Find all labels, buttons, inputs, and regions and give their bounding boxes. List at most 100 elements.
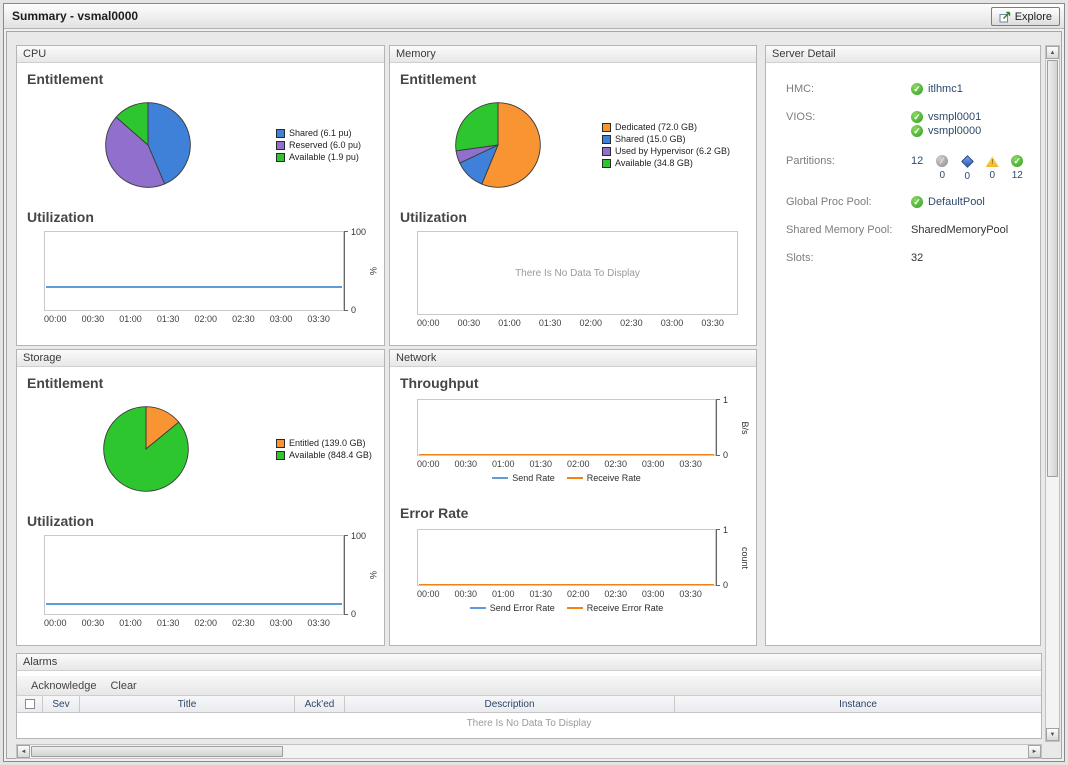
x-axis-tick-label: 01:00 bbox=[119, 314, 142, 324]
column-header-acked[interactable]: Ack'ed bbox=[295, 696, 345, 712]
x-axis-tick-label: 00:00 bbox=[417, 318, 440, 328]
series-line bbox=[46, 603, 342, 605]
x-axis-tick-label: 00:00 bbox=[417, 589, 440, 599]
vertical-scrollbar[interactable] bbox=[1045, 45, 1060, 742]
x-axis: 00:0000:3001:0001:3002:0002:3003:0003:30 bbox=[417, 456, 716, 469]
x-axis-tick-label: 02:00 bbox=[195, 618, 218, 628]
horizontal-scrollbar[interactable] bbox=[16, 744, 1042, 759]
column-header-description[interactable]: Description bbox=[345, 696, 675, 712]
x-axis: 00:0000:3001:0001:3002:0002:3003:0003:30 bbox=[44, 615, 344, 628]
chart-area: There Is No Data To Display00:0000:3001:… bbox=[417, 231, 738, 328]
server-detail-panel-title: Server Detail bbox=[772, 48, 836, 60]
server-detail-panel-header: Server Detail bbox=[766, 46, 1040, 63]
x-axis-tick-label: 00:30 bbox=[82, 314, 105, 324]
slots-row: Slots: 32 bbox=[786, 252, 1030, 264]
x-axis-tick-label: 03:00 bbox=[270, 314, 293, 324]
scrollbar-up-button[interactable] bbox=[1046, 46, 1059, 59]
partitions-fatal-column: 0 bbox=[960, 155, 974, 182]
horizontal-scrollbar-thumb[interactable] bbox=[31, 746, 283, 757]
alarms-table-header: Sev Title Ack'ed Description Instance bbox=[17, 696, 1041, 713]
x-axis-tick-label: 00:00 bbox=[417, 459, 440, 469]
x-axis-tick-label: 02:00 bbox=[580, 318, 603, 328]
acknowledge-button[interactable]: Acknowledge bbox=[31, 680, 96, 692]
shared-memory-pool-row: Shared Memory Pool: SharedMemoryPool bbox=[786, 224, 1030, 236]
column-header-instance[interactable]: Instance bbox=[675, 696, 1041, 712]
partitions-total-link[interactable]: 12 bbox=[911, 155, 923, 167]
column-header-sev[interactable]: Sev bbox=[43, 696, 80, 712]
chart-legend: Send Rate Receive Rate bbox=[417, 473, 716, 483]
explore-button[interactable]: Explore bbox=[991, 7, 1060, 26]
legend-item: Receive Rate bbox=[567, 473, 641, 483]
storage-entitlement-pie[interactable] bbox=[100, 403, 192, 495]
y-axis-unit-label: B/s bbox=[740, 421, 750, 434]
partitions-ok-count: 12 bbox=[1012, 170, 1023, 181]
network-panel-header: Network bbox=[390, 350, 756, 367]
legend-swatch bbox=[276, 129, 285, 138]
partitions-warning-column: 0 bbox=[985, 155, 999, 181]
network-error-rate-chart: 00:0000:3001:0001:3002:0002:3003:0003:30… bbox=[417, 529, 750, 613]
partitions-unknown-column: 0 bbox=[935, 155, 949, 181]
dashboard-content: CPU Entitlement Shared (6.1 pu)Reserved … bbox=[6, 31, 1062, 759]
global-proc-pool-value-link[interactable]: DefaultPool bbox=[928, 196, 985, 208]
legend-item: Reserved (6.0 pu) bbox=[276, 140, 361, 150]
header-bar: Summary - vsmal0000 Explore bbox=[4, 4, 1064, 29]
y-axis: 1000% bbox=[344, 231, 378, 311]
partitions-unknown-count: 0 bbox=[939, 170, 945, 181]
legend-line-swatch bbox=[470, 607, 486, 609]
y-axis: 10count bbox=[716, 529, 750, 586]
alarms-panel: Alarms Acknowledge Clear Sev Title Ack'e… bbox=[16, 653, 1042, 739]
legend-label: Receive Error Rate bbox=[587, 603, 664, 613]
legend-item: Available (1.9 pu) bbox=[276, 152, 361, 162]
y-axis: 1000% bbox=[344, 535, 378, 615]
legend-label: Receive Rate bbox=[587, 473, 641, 483]
pie-slice[interactable] bbox=[456, 103, 498, 151]
x-axis: 00:0000:3001:0001:3002:0002:3003:0003:30 bbox=[417, 315, 738, 328]
x-axis-tick-label: 02:30 bbox=[604, 589, 627, 599]
hmc-value-link[interactable]: itlhmc1 bbox=[928, 83, 963, 95]
scrollbar-down-button[interactable] bbox=[1046, 728, 1059, 741]
y-axis-max-label: 100 bbox=[351, 227, 366, 237]
x-axis: 00:0000:3001:0001:3002:0002:3003:0003:30 bbox=[44, 311, 344, 324]
hmc-label: HMC: bbox=[786, 83, 911, 95]
vios-value-link[interactable]: vsmpl0000 bbox=[928, 125, 981, 137]
cpu-utilization-heading: Utilization bbox=[27, 209, 384, 225]
memory-panel-title: Memory bbox=[396, 48, 436, 60]
x-axis-tick-label: 03:30 bbox=[679, 589, 702, 599]
scrollbar-left-button[interactable] bbox=[17, 745, 30, 758]
y-axis-min-label: 0 bbox=[351, 305, 356, 315]
network-throughput-chart: 00:0000:3001:0001:3002:0002:3003:0003:30… bbox=[417, 399, 750, 483]
scrollbar-right-button[interactable] bbox=[1028, 745, 1041, 758]
legend-swatch bbox=[276, 153, 285, 162]
x-axis-tick-label: 01:00 bbox=[492, 459, 515, 469]
legend-line-swatch bbox=[492, 477, 508, 479]
chart-area: 00:0000:3001:0001:3002:0002:3003:0003:30… bbox=[44, 535, 378, 628]
legend-item: Available (848.4 GB) bbox=[276, 450, 372, 460]
memory-entitlement-chart: Dedicated (72.0 GB)Shared (15.0 GB)Used … bbox=[390, 89, 756, 201]
legend-label: Send Rate bbox=[512, 473, 555, 483]
memory-entitlement-heading: Entitlement bbox=[400, 71, 756, 87]
network-throughput-heading: Throughput bbox=[400, 375, 756, 391]
cpu-entitlement-pie[interactable] bbox=[102, 99, 194, 191]
legend-item: Dedicated (72.0 GB) bbox=[602, 122, 730, 132]
alarms-panel-header: Alarms bbox=[17, 654, 1041, 671]
column-header-title[interactable]: Title bbox=[80, 696, 295, 712]
status-fatal-icon bbox=[961, 155, 974, 168]
x-axis-tick-label: 03:00 bbox=[642, 589, 665, 599]
clear-button[interactable]: Clear bbox=[110, 680, 136, 692]
global-proc-pool-row: Global Proc Pool: DefaultPool bbox=[786, 196, 1030, 208]
legend-label: Available (1.9 pu) bbox=[289, 152, 359, 162]
select-all-checkbox[interactable] bbox=[25, 699, 35, 709]
x-axis-tick-label: 01:00 bbox=[498, 318, 521, 328]
server-detail-body: HMC: itlhmc1 VIOS: vsmpl0001 bbox=[766, 63, 1040, 264]
x-axis-tick-label: 00:30 bbox=[454, 589, 477, 599]
cpu-panel-header: CPU bbox=[17, 46, 384, 63]
x-axis-tick-label: 03:30 bbox=[701, 318, 724, 328]
x-axis-tick-label: 00:00 bbox=[44, 618, 67, 628]
memory-panel: Memory Entitlement Dedicated (72.0 GB)Sh… bbox=[389, 45, 757, 346]
vios-value-link[interactable]: vsmpl0001 bbox=[928, 111, 981, 123]
memory-utilization-chart: There Is No Data To Display00:0000:3001:… bbox=[417, 231, 738, 328]
legend-swatch bbox=[602, 147, 611, 156]
select-all-column-header bbox=[17, 696, 43, 712]
memory-entitlement-pie[interactable] bbox=[452, 99, 544, 191]
vertical-scrollbar-thumb[interactable] bbox=[1047, 60, 1058, 477]
